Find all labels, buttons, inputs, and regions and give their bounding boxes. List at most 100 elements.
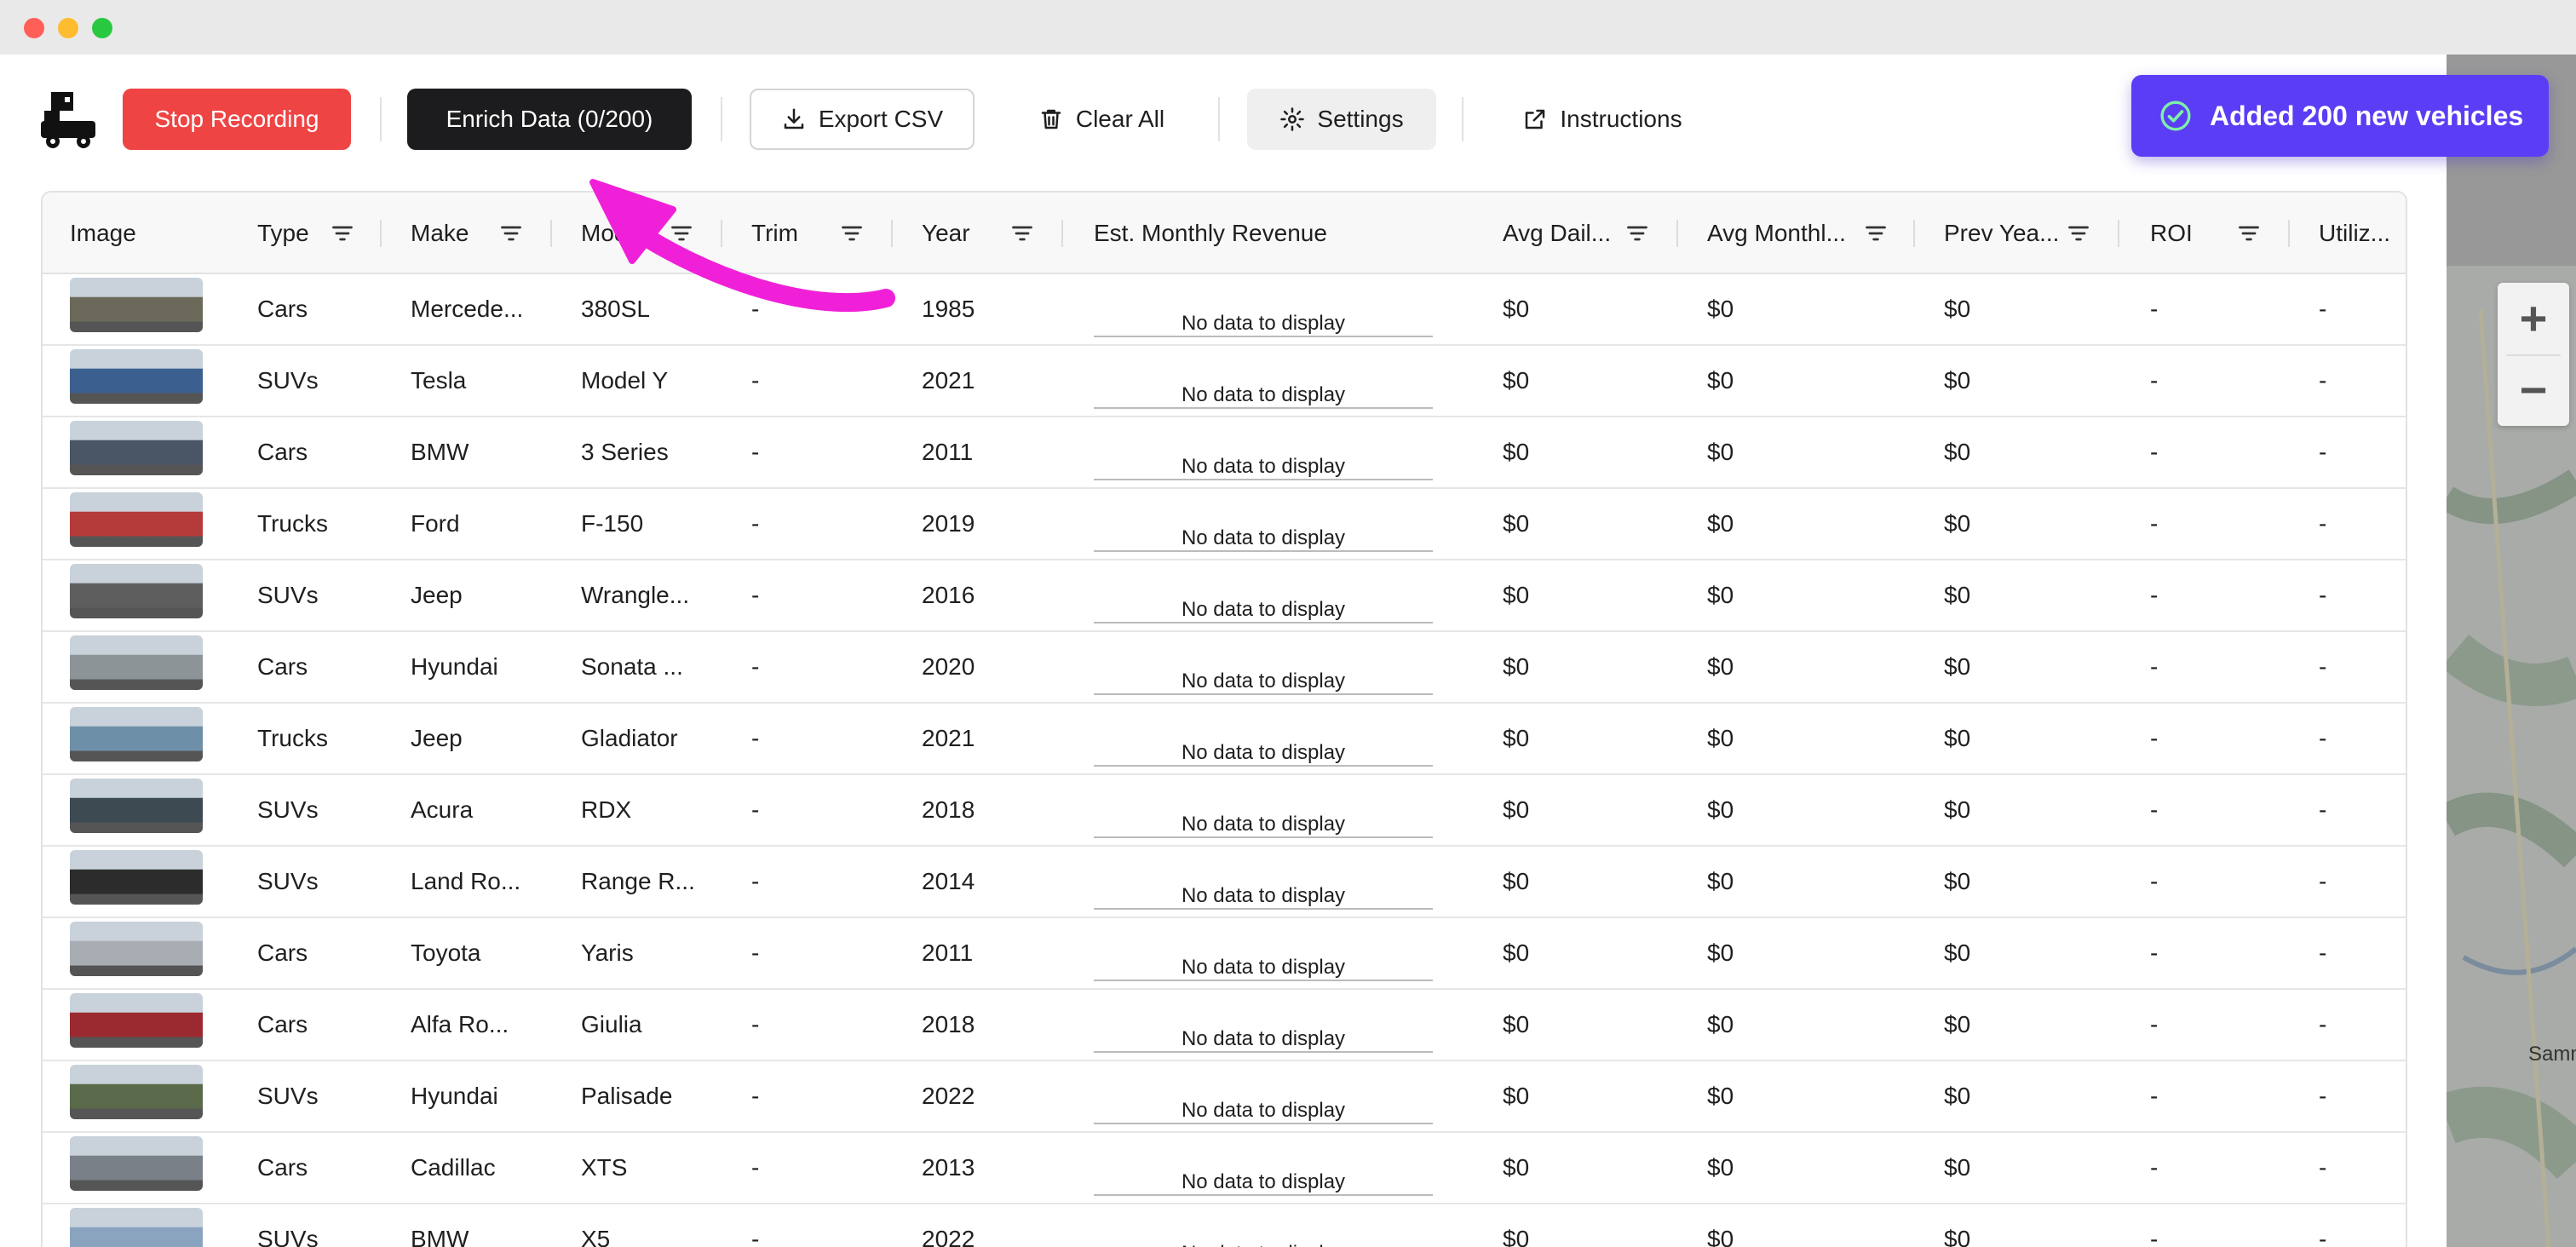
- column-header-est-monthly-revenue[interactable]: Est. Monthly Revenue: [1094, 193, 1327, 274]
- cell-make: Cadillac: [411, 1154, 496, 1181]
- vehicle-thumbnail[interactable]: [70, 922, 203, 976]
- column-resize-handle[interactable]: [1676, 220, 1678, 247]
- cell-trim: -: [751, 367, 760, 394]
- cell-model: XTS: [581, 1154, 628, 1181]
- cell-avg-monthly: $0: [1707, 796, 1734, 823]
- cell-type: SUVs: [257, 1083, 319, 1109]
- column-resize-handle[interactable]: [2118, 220, 2119, 247]
- column-header-type[interactable]: Type: [257, 193, 309, 274]
- vehicle-thumbnail[interactable]: [70, 564, 203, 618]
- cell-roi: -: [2150, 367, 2159, 394]
- column-resize-handle[interactable]: [1061, 220, 1063, 247]
- filter-icon[interactable]: [1625, 221, 1649, 245]
- column-resize-handle[interactable]: [721, 220, 722, 247]
- filter-icon[interactable]: [1864, 221, 1888, 245]
- filter-icon[interactable]: [670, 221, 693, 245]
- table-row[interactable]: SUVs Land Ro... Range R... - 2014 $0 $0 $0 - - No …: [43, 847, 2406, 918]
- minimize-window-button[interactable]: [58, 18, 78, 38]
- column-header-prev-year[interactable]: Prev Yea...: [1944, 193, 2059, 274]
- settings-label: Settings: [1317, 106, 1404, 132]
- vehicle-thumbnail[interactable]: [70, 421, 203, 475]
- column-resize-handle[interactable]: [2288, 220, 2290, 247]
- export-csv-button[interactable]: Export CSV: [750, 89, 975, 150]
- settings-button[interactable]: Settings: [1247, 89, 1436, 150]
- table-row[interactable]: Cars Mercede... 380SL - 1985 $0 $0 $0 - - No data …: [43, 274, 2406, 346]
- column-header-avg-monthly[interactable]: Avg Monthl...: [1707, 193, 1846, 274]
- filter-icon[interactable]: [1010, 221, 1034, 245]
- stop-recording-button[interactable]: Stop Recording: [123, 89, 351, 150]
- table-row[interactable]: SUVs Tesla Model Y - 2021 $0 $0 $0 - - No data to …: [43, 346, 2406, 417]
- vehicle-thumbnail[interactable]: [70, 993, 203, 1048]
- column-header-year[interactable]: Year: [922, 193, 970, 274]
- cell-prev-year: $0: [1944, 510, 1971, 537]
- filter-icon[interactable]: [499, 221, 523, 245]
- table-row[interactable]: Cars Hyundai Sonata ... - 2020 $0 $0 $0 - - No dat…: [43, 632, 2406, 704]
- clear-all-button[interactable]: Clear All: [1024, 89, 1179, 150]
- cell-type: SUVs: [257, 1226, 319, 1247]
- zoom-in-button[interactable]: +: [2498, 283, 2569, 354]
- filter-icon[interactable]: [331, 221, 354, 245]
- zoom-window-button[interactable]: [92, 18, 112, 38]
- filter-icon[interactable]: [840, 221, 864, 245]
- vehicle-thumbnail[interactable]: [70, 635, 203, 690]
- vehicle-thumbnail[interactable]: [70, 492, 203, 547]
- table-row[interactable]: SUVs BMW X5 - 2022 $0 $0 $0 - - No data to display: [43, 1204, 2406, 1247]
- vehicle-thumbnail[interactable]: [70, 1208, 203, 1247]
- cell-year: 2014: [922, 868, 975, 894]
- filter-icon[interactable]: [2237, 221, 2261, 245]
- vehicle-thumbnail[interactable]: [70, 850, 203, 905]
- cell-type: Cars: [257, 439, 308, 465]
- cell-avg-daily: $0: [1503, 1083, 1530, 1109]
- map-panel[interactable]: + − Samm: [2447, 55, 2576, 1247]
- table-row[interactable]: Cars Alfa Ro... Giulia - 2018 $0 $0 $0 - - No data…: [43, 990, 2406, 1061]
- table-row[interactable]: Trucks Jeep Gladiator - 2021 $0 $0 $0 - - No data …: [43, 704, 2406, 775]
- close-window-button[interactable]: [24, 18, 44, 38]
- table-row[interactable]: SUVs Hyundai Palisade - 2022 $0 $0 $0 - - No data …: [43, 1061, 2406, 1133]
- column-resize-handle[interactable]: [1913, 220, 1915, 247]
- vehicle-thumbnail[interactable]: [70, 278, 203, 332]
- column-resize-handle[interactable]: [550, 220, 552, 247]
- column-resize-handle[interactable]: [891, 220, 893, 247]
- enrich-data-button[interactable]: Enrich Data (0/200): [407, 89, 692, 150]
- cell-avg-monthly: $0: [1707, 439, 1734, 465]
- app-window: + − Samm Stop Recording Enrich Data (0/2…: [0, 55, 2576, 1247]
- table-row[interactable]: SUVs Jeep Wrangle... - 2016 $0 $0 $0 - - No data t…: [43, 560, 2406, 632]
- column-header-model[interactable]: Model: [581, 193, 646, 274]
- cell-prev-year: $0: [1944, 439, 1971, 465]
- column-header-make[interactable]: Make: [411, 193, 469, 274]
- column-header-avg-daily[interactable]: Avg Dail...: [1503, 193, 1611, 274]
- cell-utilization: -: [2319, 725, 2327, 751]
- cell-utilization: -: [2319, 868, 2327, 894]
- cell-type: SUVs: [257, 868, 319, 894]
- vehicle-thumbnail[interactable]: [70, 1136, 203, 1191]
- cell-make: Ford: [411, 510, 460, 537]
- cell-roi: -: [2150, 439, 2159, 465]
- cell-roi: -: [2150, 1011, 2159, 1037]
- table-row[interactable]: SUVs Acura RDX - 2018 $0 $0 $0 - - No data to disp…: [43, 775, 2406, 847]
- column-header-image[interactable]: Image: [70, 193, 136, 274]
- instructions-link[interactable]: Instructions: [1506, 89, 1699, 150]
- vehicle-thumbnail[interactable]: [70, 349, 203, 404]
- table-row[interactable]: Cars Cadillac XTS - 2013 $0 $0 $0 - - No data to d…: [43, 1133, 2406, 1204]
- cell-trim: -: [751, 796, 760, 823]
- revenue-chart-empty: No data to display: [1094, 794, 1433, 838]
- column-header-trim[interactable]: Trim: [751, 193, 798, 274]
- cell-make: Mercede...: [411, 296, 524, 322]
- table-row[interactable]: Cars BMW 3 Series - 2011 $0 $0 $0 - - No data to d…: [43, 417, 2406, 489]
- cell-avg-daily: $0: [1503, 1011, 1530, 1037]
- cell-avg-monthly: $0: [1707, 1154, 1734, 1181]
- vehicle-thumbnail[interactable]: [70, 707, 203, 761]
- filter-icon[interactable]: [2067, 221, 2090, 245]
- column-resize-handle[interactable]: [380, 220, 382, 247]
- table-row[interactable]: Trucks Ford F-150 - 2019 $0 $0 $0 - - No data to d…: [43, 489, 2406, 560]
- vehicle-thumbnail[interactable]: [70, 1065, 203, 1119]
- cell-type: Trucks: [257, 510, 328, 537]
- vehicle-thumbnail[interactable]: [70, 779, 203, 833]
- table-row[interactable]: Cars Toyota Yaris - 2011 $0 $0 $0 - - No data to d…: [43, 918, 2406, 990]
- column-header-utilization[interactable]: Utiliz...: [2319, 193, 2390, 274]
- zoom-out-button[interactable]: −: [2498, 354, 2569, 426]
- column-label: Avg Monthl...: [1707, 220, 1846, 246]
- cell-utilization: -: [2319, 367, 2327, 394]
- column-header-roi[interactable]: ROI: [2150, 193, 2193, 274]
- cell-avg-daily: $0: [1503, 510, 1530, 537]
